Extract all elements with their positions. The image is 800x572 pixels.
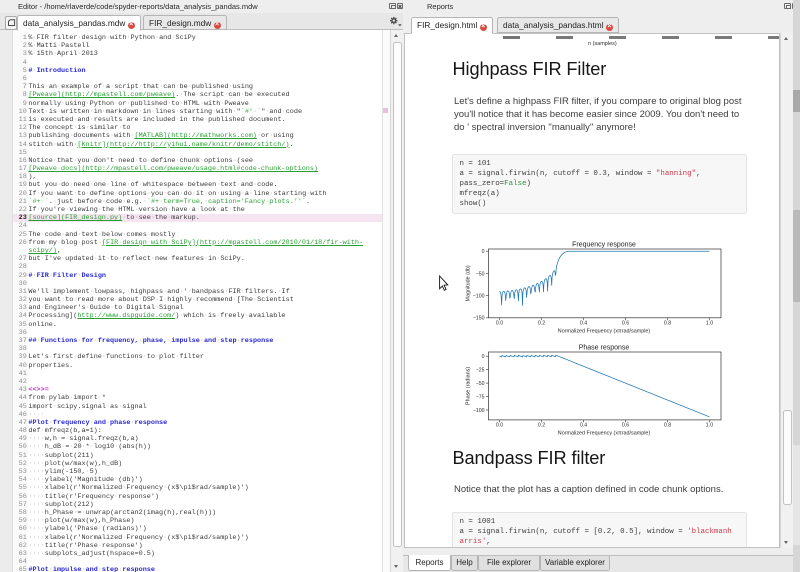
svg-text:0.2: 0.2 bbox=[538, 423, 545, 429]
svg-text:Phase (radians): Phase (radians) bbox=[466, 367, 472, 405]
svg-text:1.0: 1.0 bbox=[706, 423, 713, 429]
svg-text:0.0: 0.0 bbox=[496, 321, 503, 327]
svg-text:1.0: 1.0 bbox=[706, 321, 713, 327]
svg-text:0.6: 0.6 bbox=[622, 423, 629, 429]
svg-text:−100: −100 bbox=[473, 408, 485, 414]
svg-text:−50: −50 bbox=[476, 271, 485, 277]
svg-text:0.6: 0.6 bbox=[622, 321, 629, 327]
svg-text:0.8: 0.8 bbox=[664, 321, 671, 327]
svg-text:0.8: 0.8 bbox=[664, 423, 671, 429]
svg-text:−150: −150 bbox=[473, 316, 485, 322]
svg-text:0.4: 0.4 bbox=[580, 321, 587, 327]
svg-text:Normalized Frequency (xπrad/sa: Normalized Frequency (xπrad/sample) bbox=[558, 431, 651, 437]
svg-text:Phase response: Phase response bbox=[579, 345, 630, 352]
svg-text:0.4: 0.4 bbox=[580, 423, 587, 429]
svg-text:−50: −50 bbox=[476, 381, 485, 387]
svg-text:0: 0 bbox=[482, 354, 485, 360]
svg-text:0.0: 0.0 bbox=[496, 423, 503, 429]
svg-text:−100: −100 bbox=[473, 294, 485, 300]
svg-text:0.2: 0.2 bbox=[538, 321, 545, 327]
svg-text:−25: −25 bbox=[476, 368, 485, 374]
svg-text:Frequency response: Frequency response bbox=[572, 242, 636, 249]
svg-text:Magnitude (db): Magnitude (db) bbox=[466, 265, 472, 301]
svg-text:Normalized Frequency (xπrad/sa: Normalized Frequency (xπrad/sample) bbox=[558, 329, 651, 335]
svg-text:−75: −75 bbox=[476, 394, 485, 400]
svg-text:0: 0 bbox=[482, 249, 485, 255]
